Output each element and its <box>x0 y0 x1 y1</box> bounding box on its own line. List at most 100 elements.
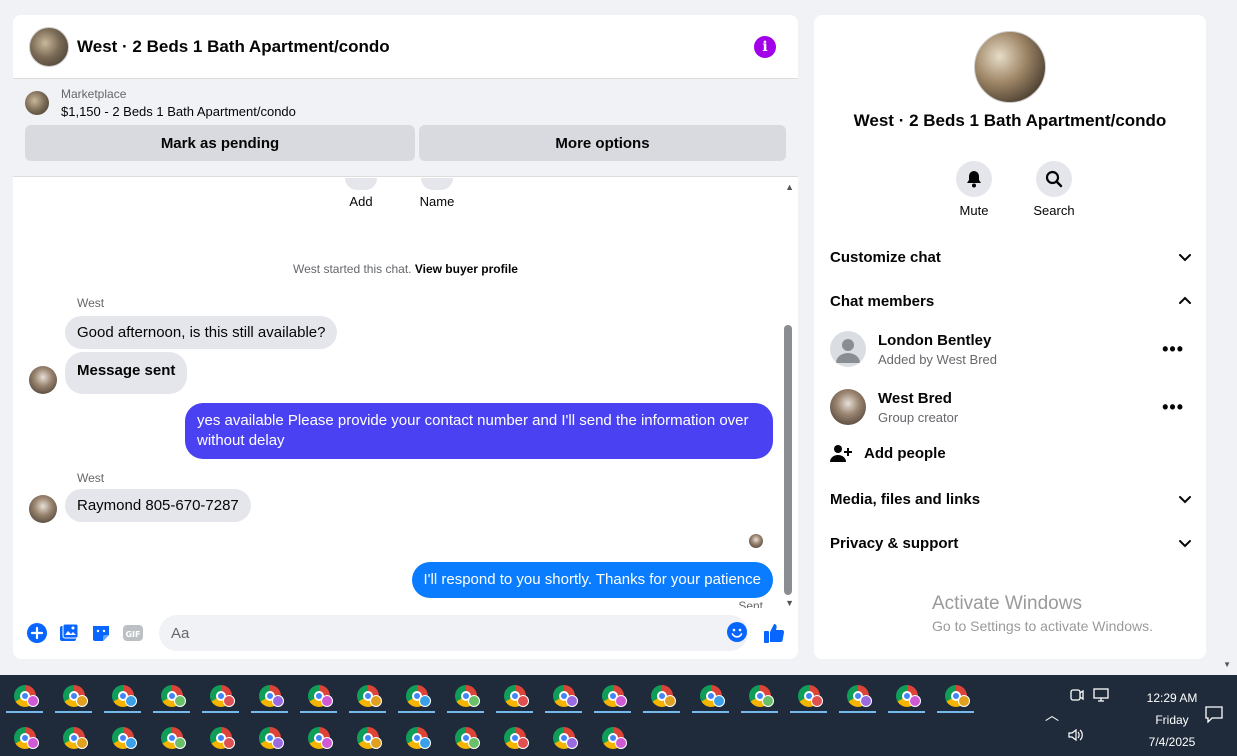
chrome-profile-taskbar-icon[interactable] <box>588 721 637 755</box>
chrome-profile-taskbar-icon[interactable] <box>637 679 686 713</box>
outgoing-message[interactable]: I'll respond to you shortly. Thanks for … <box>411 562 773 598</box>
message-scrollbar[interactable] <box>784 325 792 595</box>
scroll-up-arrow-icon[interactable]: ▲ <box>785 182 794 192</box>
thumbs-up-icon[interactable] <box>762 621 786 645</box>
chrome-profile-taskbar-icon[interactable] <box>735 679 784 713</box>
search-button[interactable]: Search <box>1032 161 1076 218</box>
chrome-profile-taskbar-icon[interactable] <box>245 721 294 755</box>
profile-badge-icon <box>419 695 431 707</box>
chrome-profile-taskbar-icon[interactable] <box>49 721 98 755</box>
profile-badge-icon <box>566 695 578 707</box>
chrome-profile-taskbar-icon[interactable] <box>882 679 931 713</box>
chrome-profile-taskbar-icon[interactable] <box>441 679 490 713</box>
incoming-message[interactable]: Good afternoon, is this still available? <box>65 316 338 349</box>
chrome-profile-taskbar-icon[interactable] <box>441 721 490 755</box>
chrome-profile-taskbar-icon[interactable] <box>833 679 882 713</box>
media-files-links-section[interactable]: Media, files and links <box>830 487 1192 511</box>
running-indicator <box>300 711 337 713</box>
add-person-icon <box>830 445 852 462</box>
incoming-message[interactable]: Raymond 805-670-7287 <box>65 489 251 522</box>
chrome-profile-taskbar-icon[interactable] <box>392 721 441 755</box>
more-options-icon[interactable]: ••• <box>1162 339 1184 360</box>
mark-as-pending-button[interactable]: Mark as pending <box>25 125 415 161</box>
chrome-profile-taskbar-icon[interactable] <box>0 679 49 713</box>
sender-avatar[interactable] <box>29 366 57 394</box>
profile-badge-icon <box>811 695 823 707</box>
chrome-profile-taskbar-icon[interactable] <box>539 721 588 755</box>
name-action[interactable]: Name <box>419 178 455 209</box>
profile-badge-icon <box>517 695 529 707</box>
view-buyer-profile-link[interactable]: View buyer profile <box>415 262 518 276</box>
page-scroll-down-arrow-icon[interactable]: ▼ <box>1223 660 1231 669</box>
customize-chat-label: Customize chat <box>830 248 941 266</box>
emoji-icon[interactable] <box>726 621 748 648</box>
chat-members-section[interactable]: Chat members <box>830 289 1192 313</box>
profile-badge-icon <box>174 737 186 749</box>
add-action[interactable]: Add <box>343 178 379 209</box>
chrome-profile-taskbar-icon[interactable] <box>147 679 196 713</box>
network-icon[interactable] <box>1093 687 1111 703</box>
member-role: Group creator <box>878 409 959 425</box>
notification-icon[interactable] <box>1204 705 1224 723</box>
profile-badge-icon <box>615 695 627 707</box>
system-tray: ︿ 12:29 AM Friday 7/4/2025 <box>1037 675 1237 756</box>
member-row[interactable]: London Bentley Added by West Bred ••• <box>830 329 1192 369</box>
member-row[interactable]: West Bred Group creator ••• <box>830 387 1192 427</box>
chrome-profile-taskbar-icon[interactable] <box>147 721 196 755</box>
conversation-avatar[interactable] <box>974 31 1046 103</box>
chrome-profile-taskbar-icon[interactable] <box>294 679 343 713</box>
add-people-button[interactable]: Add people <box>830 443 946 463</box>
chrome-profile-taskbar-icon[interactable] <box>343 679 392 713</box>
member-avatar <box>830 389 866 425</box>
meet-now-icon[interactable] <box>1069 687 1085 703</box>
chrome-profile-taskbar-icon[interactable] <box>490 721 539 755</box>
chrome-profile-taskbar-icon[interactable] <box>245 679 294 713</box>
profile-badge-icon <box>664 695 676 707</box>
more-options-icon[interactable]: ••• <box>1162 397 1184 418</box>
gif-icon[interactable]: GIF <box>121 621 145 645</box>
privacy-support-section[interactable]: Privacy & support <box>830 531 1192 555</box>
chrome-profile-taskbar-icon[interactable] <box>588 679 637 713</box>
mute-button[interactable]: Mute <box>952 161 996 218</box>
profile-badge-icon <box>76 737 88 749</box>
chevron-down-icon <box>1179 496 1191 504</box>
search-icon <box>1036 161 1072 197</box>
sticker-icon[interactable] <box>89 621 113 645</box>
customize-chat-section[interactable]: Customize chat <box>830 245 1192 269</box>
chrome-profile-taskbar-icon[interactable] <box>98 679 147 713</box>
message-input[interactable] <box>159 615 748 651</box>
profile-badge-icon <box>370 695 382 707</box>
chevron-up-icon[interactable]: ︿ <box>1045 705 1059 725</box>
chrome-profile-taskbar-icon[interactable] <box>196 721 245 755</box>
running-indicator <box>447 711 484 713</box>
chrome-profile-taskbar-icon[interactable] <box>392 679 441 713</box>
photo-icon[interactable] <box>57 621 81 645</box>
outgoing-message[interactable]: yes available Please provide your contac… <box>185 403 773 459</box>
more-options-button[interactable]: More options <box>419 125 786 161</box>
chrome-profile-taskbar-icon[interactable] <box>686 679 735 713</box>
privacy-support-label: Privacy & support <box>830 534 959 552</box>
sender-name: West <box>77 471 105 485</box>
chrome-profile-taskbar-icon[interactable] <box>98 721 147 755</box>
incoming-message[interactable]: Message sent <box>65 352 188 394</box>
chat-avatar[interactable] <box>29 26 69 67</box>
info-icon[interactable]: i <box>754 35 776 58</box>
chrome-profile-taskbar-icon[interactable] <box>784 679 833 713</box>
chrome-profile-taskbar-icon[interactable] <box>294 721 343 755</box>
plus-icon[interactable] <box>25 621 49 645</box>
clock[interactable]: 12:29 AM Friday 7/4/2025 <box>1137 687 1207 753</box>
chrome-profile-taskbar-icon[interactable] <box>49 679 98 713</box>
chrome-profile-taskbar-icon[interactable] <box>539 679 588 713</box>
chrome-profile-taskbar-icon[interactable] <box>0 721 49 755</box>
chrome-profile-taskbar-icon[interactable] <box>931 679 980 713</box>
chrome-profile-taskbar-icon[interactable] <box>196 679 245 713</box>
volume-icon[interactable] <box>1067 727 1085 743</box>
chrome-profile-taskbar-icon[interactable] <box>343 721 392 755</box>
listing-title: $1,150 - 2 Beds 1 Bath Apartment/condo <box>61 104 296 119</box>
listing-thumbnail <box>25 91 49 115</box>
marketplace-listing[interactable]: Marketplace $1,150 - 2 Beds 1 Bath Apart… <box>25 87 786 119</box>
sender-avatar[interactable] <box>29 495 57 523</box>
running-indicator <box>153 711 190 713</box>
chrome-profile-taskbar-icon[interactable] <box>490 679 539 713</box>
chat-title[interactable]: West · 2 Beds 1 Bath Apartment/condo <box>77 37 390 57</box>
